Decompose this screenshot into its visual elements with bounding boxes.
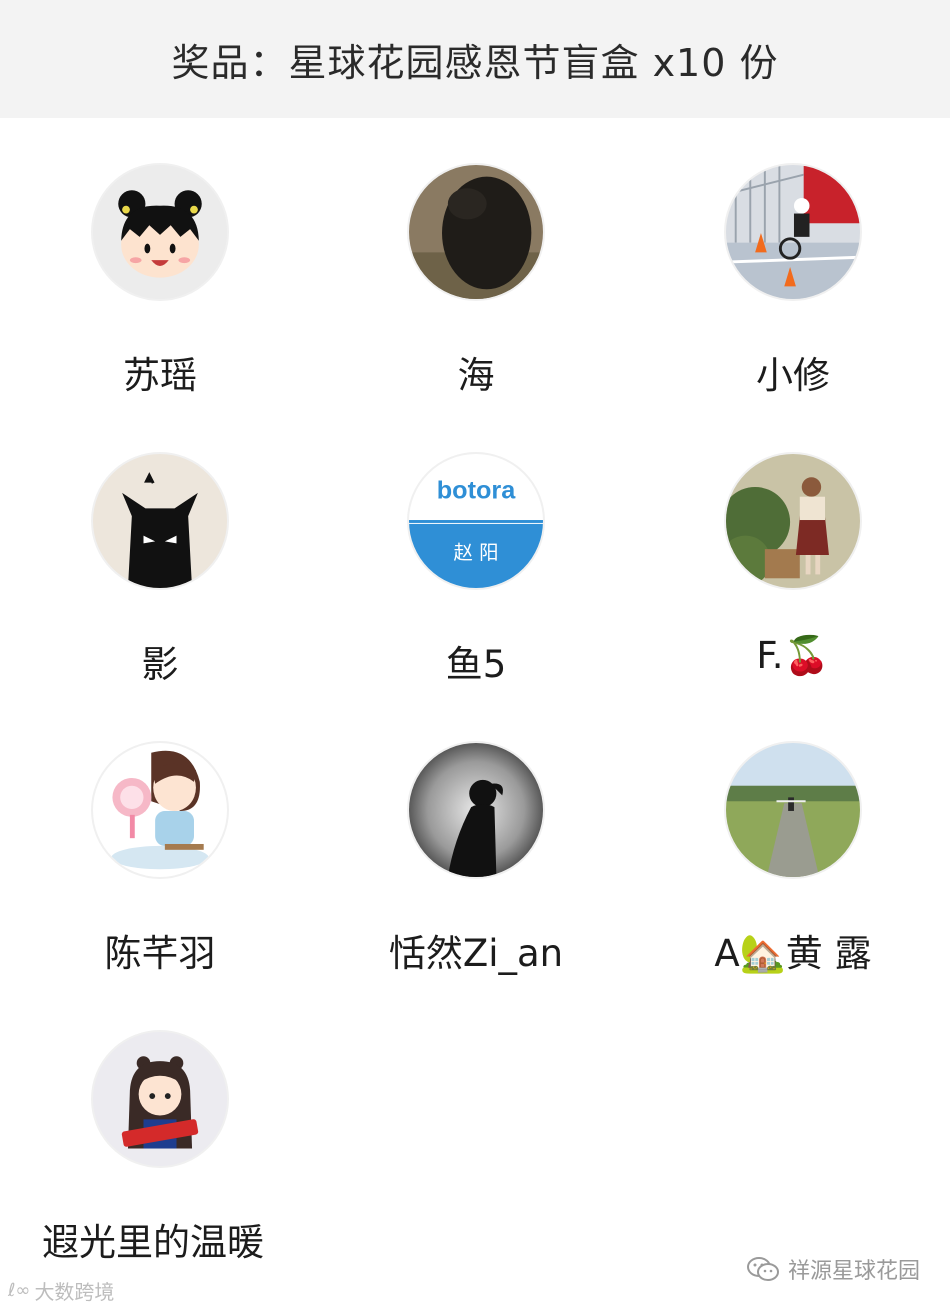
cartoon-girl-banner-avatar-icon (91, 1030, 229, 1168)
winner-name: 恬然Zi_an (388, 932, 564, 975)
winner-name: 影 (141, 643, 179, 686)
winner-card[interactable]: A🏡黄 露 (633, 696, 950, 986)
winner-name: 遐光里的温暖 (42, 1221, 264, 1264)
watermark-left-text: 大数跨境 (34, 1280, 115, 1304)
winner-name: F.🍒 (756, 634, 830, 677)
winner-name: 苏瑶 (123, 354, 197, 397)
dark-animal-photo-avatar-icon (407, 163, 545, 301)
prize-title: 奖品：星球花园感恩节盲盒 x10 份 (171, 40, 779, 85)
winner-card[interactable]: 苏瑶 (0, 118, 320, 408)
winners-grid: 苏瑶 海 小修 影 botora 赵 阳 鱼5 F.🍒 陈芊羽 恬然Zi_an … (0, 118, 950, 1311)
watermark-left: ℓ∞ 大数跨境 (8, 1276, 114, 1305)
wechat-icon (746, 1257, 779, 1281)
child-cycling-photo-avatar-icon (724, 163, 862, 301)
black-cat-avatar-icon (91, 452, 229, 590)
botora-logo-text: botora (437, 477, 516, 505)
prize-header: 奖品：星球花园感恩节盲盒 x10 份 (0, 0, 950, 118)
winner-card[interactable]: 小修 (633, 118, 950, 408)
botora-logo-avatar-icon: botora 赵 阳 (407, 452, 545, 590)
winner-card[interactable]: F.🍒 (633, 407, 950, 697)
winner-name: A🏡黄 露 (714, 932, 872, 975)
silhouette-avatar-icon (407, 741, 545, 879)
winner-card[interactable]: 恬然Zi_an (316, 696, 636, 986)
botora-logo-subtext: 赵 阳 (454, 541, 499, 564)
winner-name: 海 (457, 354, 495, 397)
winner-card[interactable]: 影 (0, 407, 320, 697)
winner-card[interactable]: 海 (316, 118, 636, 408)
cartoon-girl-fan-avatar-icon (91, 741, 229, 879)
cartoon-girl-avatar-icon (91, 163, 229, 301)
field-path-photo-avatar-icon (724, 741, 862, 879)
watermark-right: 祥源星球花园 (746, 1253, 920, 1285)
watermark-right-text: 祥源星球花园 (787, 1259, 920, 1284)
watermark-logo-icon: ℓ∞ (8, 1280, 31, 1301)
winner-name: 小修 (756, 354, 830, 397)
winner-name: 陈芊羽 (104, 932, 216, 975)
winner-card[interactable]: botora 赵 阳 鱼5 (316, 407, 636, 697)
winner-card[interactable]: 遐光里的温暖 (0, 985, 320, 1275)
girl-garden-photo-avatar-icon (724, 452, 862, 590)
winner-card[interactable]: 陈芊羽 (0, 696, 320, 986)
winner-name: 鱼5 (445, 643, 507, 686)
